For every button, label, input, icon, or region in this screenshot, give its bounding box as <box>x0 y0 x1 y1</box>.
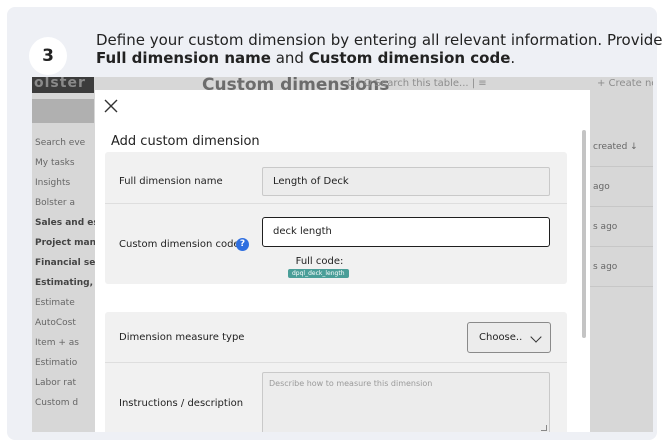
full-code-badge: dpql_deck_length <box>288 269 349 278</box>
measure-type-label: Dimension measure type <box>119 332 245 343</box>
step-bold-code: Custom dimension code <box>308 49 511 67</box>
app-logo: olster <box>34 77 86 91</box>
help-icon[interactable]: ? <box>236 238 249 251</box>
instructions-textarea[interactable]: Describe how to measure this dimension <box>262 372 550 432</box>
step-instruction-line2: Full dimension name and Custom dimension… <box>96 49 515 67</box>
full-name-input[interactable]: Length of Deck <box>262 167 550 196</box>
name-code-section: Full dimension name Length of Deck Custo… <box>105 152 567 284</box>
app-screenshot: olster Custom dimensions C | Q Search th… <box>32 77 653 432</box>
step-bold-full-name: Full dimension name <box>96 49 271 67</box>
bg-created-column: created ↓ ago s ago s ago <box>590 127 653 287</box>
bg-sidebar-item[interactable]: Project manag <box>32 233 102 253</box>
bg-sidebar-item[interactable]: Insights <box>32 173 102 193</box>
add-custom-dimension-modal: Add custom dimension Full dimension name… <box>95 90 590 432</box>
step-period: . <box>510 49 516 67</box>
step-connector: and <box>270 49 309 67</box>
code-label: Custom dimension code <box>119 239 240 250</box>
section-divider <box>105 362 567 363</box>
bg-created-cell: s ago <box>590 247 653 287</box>
full-code-label: Full code: <box>295 256 344 267</box>
measure-type-value: Choose.. <box>479 332 523 343</box>
chevron-down-icon <box>530 331 542 343</box>
measure-section: Dimension measure type Choose.. Instruct… <box>105 312 567 432</box>
bg-sidebar-item[interactable]: My tasks <box>32 153 102 173</box>
bg-sidebar-item[interactable]: Estimate <box>32 293 102 313</box>
bg-created-cell: s ago <box>590 207 653 247</box>
bg-create-new-button[interactable]: + Create new <box>597 78 653 89</box>
modal-title: Add custom dimension <box>111 134 260 149</box>
app-logo-bar: olster <box>32 77 94 93</box>
bg-sidebar-item[interactable]: Search eve <box>32 133 102 153</box>
bg-sidebar-item[interactable]: Bolster a <box>32 193 102 213</box>
measure-type-select[interactable]: Choose.. <box>467 322 551 353</box>
bg-sidebar-item[interactable]: Estimating, ite <box>32 273 102 293</box>
bg-sidebar-item[interactable]: Sales and esti <box>32 213 102 233</box>
step-card: 3 Define your custom dimension by enteri… <box>7 7 664 440</box>
bg-sidebar-item[interactable]: Labor rat <box>32 373 102 393</box>
bg-sidebar-item[interactable]: Item + as <box>32 333 102 353</box>
instructions-placeholder: Describe how to measure this dimension <box>269 379 433 388</box>
bg-sidebar-item[interactable]: Estimatio <box>32 353 102 373</box>
custom-code-input[interactable]: deck length <box>262 217 550 247</box>
bg-sidebar-item[interactable]: Custom d <box>32 393 102 413</box>
section-divider <box>105 203 567 204</box>
resize-handle-icon[interactable] <box>541 425 547 431</box>
bg-account-block <box>32 99 94 123</box>
bg-created-cell: ago <box>590 167 653 207</box>
step-instruction-line1: Define your custom dimension by entering… <box>96 31 664 49</box>
bg-created-header[interactable]: created ↓ <box>590 127 653 167</box>
bg-sidebar-item[interactable]: Financial servi <box>32 253 102 273</box>
step-number-badge: 3 <box>29 37 67 75</box>
bg-table-toolbar: C | Q Search this table... | ≡ <box>347 78 487 89</box>
bg-sidebar: Search eve My tasks Insights Bolster a Sales… <box>32 133 102 413</box>
close-icon[interactable] <box>103 98 119 114</box>
full-name-label: Full dimension name <box>119 176 223 187</box>
instructions-label: Instructions / description <box>119 398 244 409</box>
bg-sidebar-item[interactable]: AutoCost <box>32 313 102 333</box>
modal-scrollbar[interactable] <box>582 130 586 338</box>
